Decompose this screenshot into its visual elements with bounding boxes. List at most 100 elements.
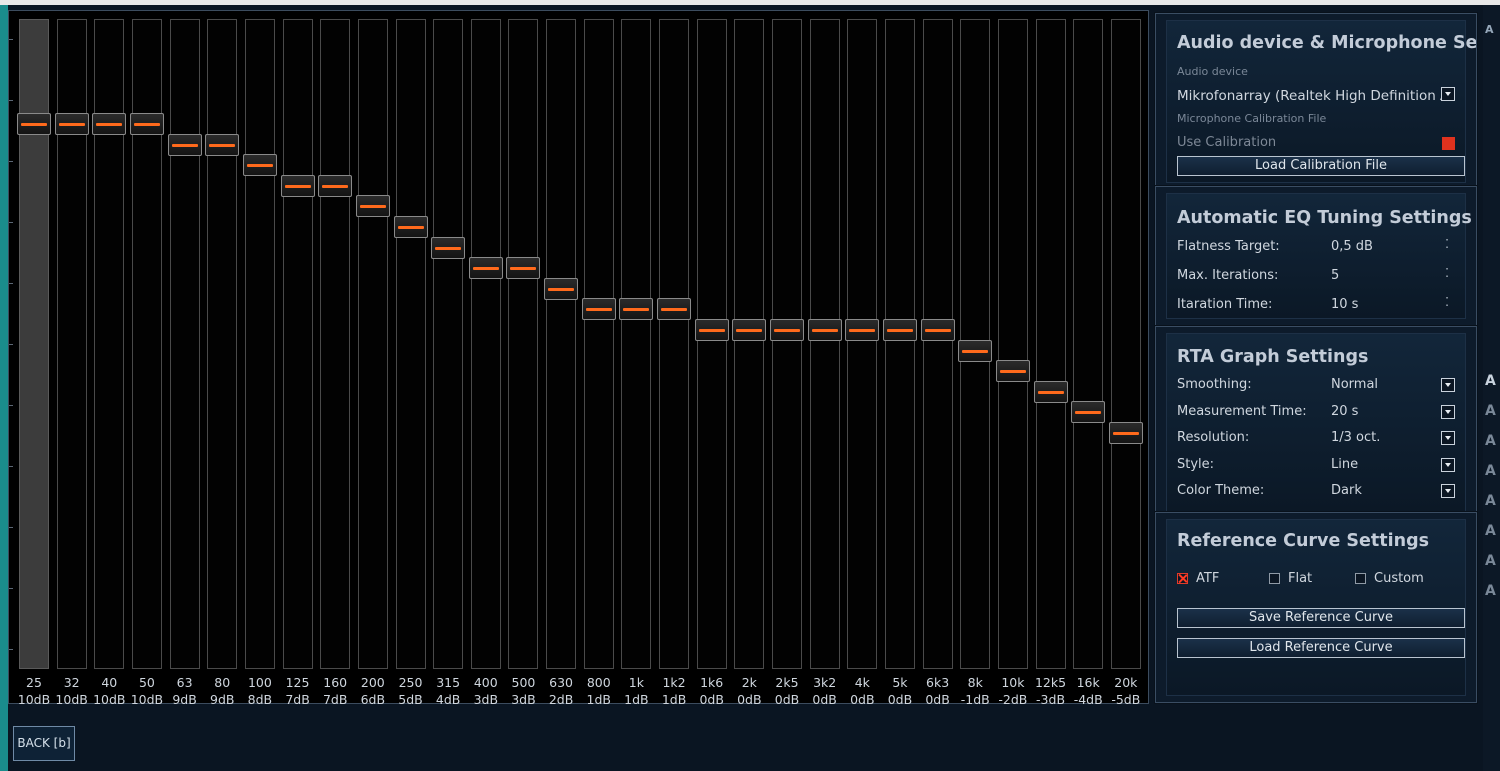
eq-band-knob[interactable]	[807, 319, 842, 341]
rta-setting-value[interactable]: 1/3 oct.	[1331, 430, 1380, 445]
eq-band-knob[interactable]	[17, 113, 51, 135]
eq-band-slider-4k[interactable]	[845, 19, 880, 669]
eq-band-knob[interactable]	[355, 195, 390, 218]
eq-band-knob[interactable]	[694, 319, 729, 341]
rta-setting-value[interactable]: Normal	[1331, 377, 1378, 392]
auto-eq-setting-value[interactable]: 0,5 dB	[1331, 239, 1373, 254]
chevron-down-icon[interactable]	[1441, 404, 1455, 419]
eq-band-knob[interactable]	[1033, 380, 1068, 403]
reference-option-checkbox[interactable]	[1269, 573, 1280, 584]
eq-band-slider-50[interactable]	[129, 19, 164, 669]
calibration-file-label: Microphone Calibration File	[1177, 112, 1327, 125]
eq-band-frequency-label: 50	[138, 675, 155, 690]
chevron-down-icon[interactable]	[1441, 457, 1455, 472]
eq-band-knob[interactable]	[619, 298, 654, 321]
eq-band-slider-5k[interactable]	[882, 19, 917, 669]
eq-band-slider-400[interactable]	[468, 19, 503, 669]
eq-band-knob[interactable]	[506, 257, 541, 280]
eq-band-slider-160[interactable]	[318, 19, 353, 669]
eq-band-knob[interactable]	[205, 133, 240, 156]
eq-band-knob[interactable]	[657, 298, 692, 321]
eq-band-knob[interactable]	[581, 298, 616, 321]
auto-eq-setting-value[interactable]: 5	[1331, 268, 1339, 283]
eq-band-knob[interactable]	[732, 319, 767, 341]
audio-device-dropdown-button[interactable]	[1441, 87, 1455, 101]
eq-band-knob[interactable]	[280, 174, 315, 197]
eq-band-gain-label: 4dB	[435, 692, 461, 707]
eq-band-frequency-label: 1k2	[662, 675, 686, 690]
eq-band-knob[interactable]	[995, 360, 1030, 383]
eq-band-knob[interactable]	[920, 319, 955, 341]
eq-band-knob[interactable]	[770, 319, 804, 341]
eq-band-gain-label: 7dB	[285, 692, 310, 707]
audio-device-select-value[interactable]: Mikrofonarray (Realtek High Definition A…	[1177, 88, 1447, 104]
eq-band-knob[interactable]	[242, 154, 277, 177]
rta-setting-label: Color Theme:	[1177, 483, 1265, 498]
eq-band-slider-12k5[interactable]	[1033, 19, 1068, 669]
back-button[interactable]: BACK [b]	[13, 726, 75, 761]
eq-band-knob[interactable]	[167, 133, 202, 156]
eq-band-slider-8k[interactable]	[958, 19, 993, 669]
eq-band-slider-250[interactable]	[393, 19, 428, 669]
eq-band-knob[interactable]	[318, 174, 353, 197]
eq-band-knob[interactable]	[882, 319, 917, 341]
spinner-dots-icon[interactable]: ⁚	[1445, 295, 1449, 309]
eq-band-slider-2k[interactable]	[732, 19, 767, 669]
rta-setting-value[interactable]: 20 s	[1331, 404, 1358, 419]
eq-band-slider-80[interactable]	[205, 19, 240, 669]
reference-option-label[interactable]: Flat	[1288, 571, 1312, 586]
chevron-down-icon[interactable]	[1441, 484, 1455, 498]
eq-band-knob[interactable]	[958, 339, 993, 362]
rta-setting-value[interactable]: Dark	[1331, 483, 1362, 498]
reference-option-checkbox[interactable]	[1355, 573, 1366, 584]
rta-graph-panel-inner: RTA Graph Settings Smoothing: Normal Measu…	[1166, 333, 1466, 512]
eq-band-slider-500[interactable]	[506, 19, 541, 669]
eq-band-slider-1k2[interactable]	[657, 19, 692, 669]
eq-band-slider-800[interactable]	[581, 19, 616, 669]
eq-band-slider-20k[interactable]	[1108, 19, 1143, 669]
use-calibration-indicator[interactable]	[1442, 137, 1455, 150]
background-window-strip: A A A A A A A A A	[1483, 5, 1500, 771]
eq-band-slider-2k5[interactable]	[770, 19, 804, 669]
reference-option-label[interactable]: Custom	[1374, 571, 1424, 586]
eq-band-knob[interactable]	[1071, 401, 1106, 424]
eq-band-slider-315[interactable]	[431, 19, 466, 669]
load-calibration-file-button[interactable]: Load Calibration File	[1177, 156, 1465, 176]
eq-band-slider-1k[interactable]	[619, 19, 654, 669]
eq-band-slider-63[interactable]	[167, 19, 202, 669]
save-reference-curve-button[interactable]: Save Reference Curve	[1177, 608, 1465, 628]
load-reference-curve-button[interactable]: Load Reference Curve	[1177, 638, 1465, 658]
eq-band-slider-125[interactable]	[280, 19, 315, 669]
auto-eq-setting-value[interactable]: 10 s	[1331, 297, 1358, 312]
spinner-dots-icon[interactable]: ⁚	[1445, 266, 1449, 280]
eq-band-slider-6k3[interactable]	[920, 19, 955, 669]
chevron-down-icon[interactable]	[1441, 378, 1455, 392]
eq-band-slider-100[interactable]	[242, 19, 277, 669]
eq-band-slider-1k6[interactable]	[694, 19, 729, 669]
rta-setting-value[interactable]: Line	[1331, 457, 1358, 472]
reference-option-label[interactable]: ATF	[1196, 571, 1219, 586]
eq-band-gain-label: 9dB	[172, 692, 197, 707]
eq-band-slider-16k[interactable]	[1071, 19, 1106, 669]
eq-band-knob[interactable]	[54, 113, 89, 135]
reference-curve-panel-inner: Reference Curve Settings ATF Flat Custom S…	[1166, 519, 1466, 696]
eq-band-slider-3k2[interactable]	[807, 19, 842, 669]
eq-band-slider-200[interactable]	[355, 19, 390, 669]
eq-band-knob[interactable]	[468, 257, 503, 280]
eq-band-knob[interactable]	[431, 236, 466, 259]
eq-band-slider-10k[interactable]	[995, 19, 1030, 669]
eq-band-knob[interactable]	[92, 113, 127, 135]
reference-option-checkbox[interactable]	[1177, 573, 1188, 584]
eq-band-slider-32[interactable]	[54, 19, 89, 669]
eq-band-knob[interactable]	[845, 319, 880, 341]
eq-band-knob[interactable]	[129, 113, 164, 135]
eq-band-knob[interactable]	[544, 277, 579, 300]
eq-band-slider-25[interactable]	[17, 19, 51, 669]
eq-band-knob[interactable]	[1108, 422, 1143, 444]
chevron-down-icon[interactable]	[1441, 431, 1455, 445]
spinner-dots-icon[interactable]: ⁚	[1445, 237, 1449, 251]
eq-band-knob[interactable]	[393, 216, 428, 238]
eq-band-slider-40[interactable]	[92, 19, 127, 669]
eq-band-slider-630[interactable]	[544, 19, 579, 669]
eq-band-frequency-label: 80	[214, 675, 231, 690]
